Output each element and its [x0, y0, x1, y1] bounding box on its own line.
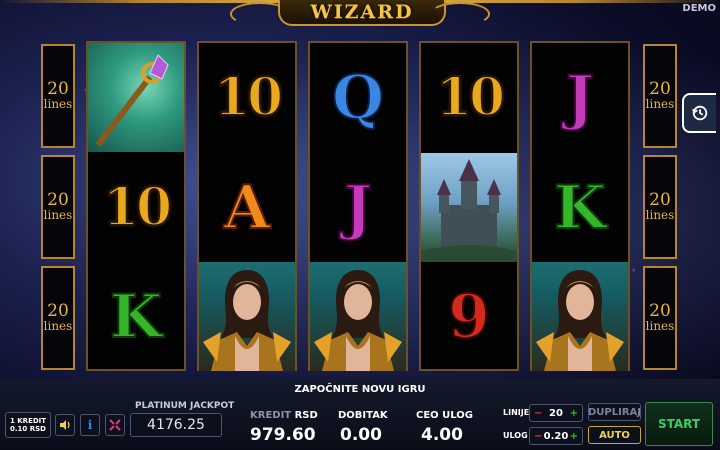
reel-5: JK — [530, 41, 630, 371]
symbol-10: 10 — [199, 43, 295, 152]
currency-label: RSD — [294, 410, 318, 421]
history-button[interactable] — [682, 93, 716, 133]
plus-icon[interactable]: + — [570, 408, 578, 419]
total-bet-value: 4.00 — [421, 425, 463, 445]
autoplay-button[interactable]: AUTO — [588, 426, 641, 444]
history-icon — [692, 105, 708, 121]
game-title: WIZARD — [310, 1, 414, 23]
gamble-button[interactable]: DUPLIRAJ — [588, 403, 641, 421]
bet-value: 0.20 — [543, 430, 569, 442]
sound-button[interactable] — [55, 414, 75, 436]
jackpot-label: PLATINUM JACKPOT — [135, 401, 235, 411]
symbol-a: A — [199, 153, 295, 262]
lines-count: 20 — [649, 301, 671, 321]
speaker-icon — [60, 420, 70, 430]
witch-symbol — [310, 262, 406, 371]
lines-value: 20 — [549, 407, 563, 419]
castle-symbol — [421, 153, 517, 262]
lines-count: 20 — [47, 79, 69, 99]
symbol-10: 10 — [421, 43, 517, 152]
game-message: ZAPOČNITE NOVU IGRU — [294, 384, 426, 395]
symbol-glyph: 10 — [213, 66, 284, 128]
symbol-glyph: K — [553, 172, 607, 243]
win-value: 0.00 — [340, 425, 382, 445]
reel-3: QJ — [308, 41, 408, 371]
lines-box: 20 lines — [643, 44, 677, 148]
bet-label: ULOG — [503, 431, 528, 440]
lines-box: 20 lines — [643, 266, 677, 370]
symbol-glyph: J — [565, 62, 595, 133]
minus-icon[interactable]: − — [534, 408, 542, 419]
symbol-glyph: Q — [331, 62, 385, 133]
title-ornament: WIZARD — [230, 0, 490, 26]
symbol-glyph: A — [223, 172, 272, 243]
symbol-k: K — [88, 262, 184, 371]
lines-word: lines — [645, 208, 675, 222]
credit-denomination-button[interactable]: 1 KREDIT 0.10 RSD — [5, 412, 51, 438]
symbol-glyph: J — [343, 172, 373, 243]
symbol-j: J — [310, 153, 406, 262]
title-plate: WIZARD — [278, 0, 446, 26]
ornament-swirl-right — [430, 2, 490, 26]
symbol-9: 9 — [421, 262, 517, 371]
symbol-glyph: 9 — [447, 281, 491, 352]
fullscreen-button[interactable] — [105, 414, 125, 436]
lines-box: 20 lines — [643, 155, 677, 259]
witch-symbol — [199, 262, 295, 371]
symbol-10: 10 — [88, 153, 184, 262]
win-label: DOBITAK — [338, 410, 388, 421]
lines-word: lines — [645, 319, 675, 333]
info-icon: i — [87, 418, 93, 432]
lines-word: lines — [645, 97, 675, 111]
symbol-glyph: K — [109, 281, 163, 352]
lines-count: 20 — [47, 301, 69, 321]
lines-word: lines — [43, 319, 73, 333]
symbol-k: K — [532, 153, 628, 262]
demo-badge: DEMO — [682, 3, 716, 14]
start-button[interactable]: START — [645, 402, 713, 446]
witch-symbol — [532, 262, 628, 371]
minus-icon[interactable]: − — [534, 431, 542, 442]
lines-indicator-left: 20 lines 20 lines 20 lines — [41, 44, 75, 377]
lines-count: 20 — [649, 79, 671, 99]
bet-stepper[interactable]: − 0.20 + — [529, 427, 583, 445]
lines-indicator-right: 20 lines 20 lines 20 lines — [643, 44, 677, 377]
credit-value: 979.60 — [250, 425, 316, 445]
lines-box: 20 lines — [41, 44, 75, 148]
lines-box: 20 lines — [41, 266, 75, 370]
staff-symbol — [88, 43, 184, 152]
credit-label: KREDIT RSD — [250, 410, 318, 421]
reel-2: 10 A — [197, 41, 297, 371]
credit-label-text: KREDIT — [250, 410, 292, 421]
total-bet-label: CEO ULOG — [416, 410, 473, 421]
symbol-glyph: 10 — [435, 66, 506, 128]
jackpot-value: 4176.25 — [130, 413, 222, 437]
lines-count: 20 — [47, 190, 69, 210]
info-button[interactable]: i — [80, 414, 100, 436]
credit-denomination-line2: 0.10 RSD — [10, 425, 46, 433]
symbol-j: J — [532, 43, 628, 152]
reel-4: 10 9 — [419, 41, 519, 371]
reel-1: 10 K — [86, 41, 186, 371]
symbol-glyph: 10 — [102, 176, 173, 238]
lines-stepper[interactable]: − 20 + — [529, 404, 583, 422]
lines-box: 20 lines — [41, 155, 75, 259]
fullscreen-icon — [109, 419, 121, 431]
lines-count: 20 — [649, 190, 671, 210]
lines-word: lines — [43, 97, 73, 111]
plus-icon[interactable]: + — [570, 431, 578, 442]
lines-word: lines — [43, 208, 73, 222]
symbol-q: Q — [310, 43, 406, 152]
credit-denomination-line1: 1 KREDIT — [9, 417, 47, 425]
lines-label: LINIJE — [503, 408, 530, 417]
